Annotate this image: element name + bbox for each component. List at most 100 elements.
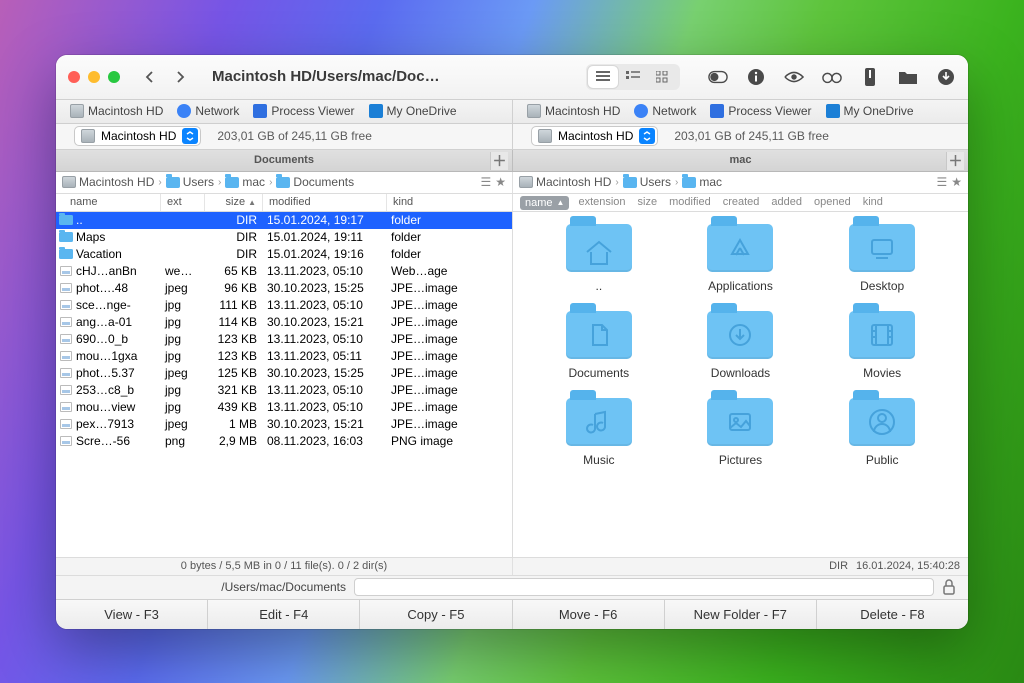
grid-item-applications[interactable]: Applications <box>675 224 807 293</box>
compress-icon[interactable] <box>860 67 880 87</box>
file-row[interactable]: cHJ…anBnwe…65 KB13.11.2023, 05:10Web…age <box>56 263 512 280</box>
nav-back-button[interactable] <box>136 64 164 90</box>
drive-selector-right[interactable]: Macintosh HD <box>531 126 658 146</box>
folder-icon <box>566 224 632 272</box>
file-row[interactable]: Scre…-56png2,9 MB08.11.2023, 16:03PNG im… <box>56 433 512 450</box>
grid-item-downloads[interactable]: Downloads <box>675 311 807 380</box>
lock-icon[interactable] <box>942 579 958 595</box>
file-row[interactable]: 690…0_bjpg123 KB13.11.2023, 05:10JPE…ima… <box>56 331 512 348</box>
download-icon[interactable] <box>936 67 956 87</box>
file-row[interactable]: VacationDIR15.01.2024, 19:16folder <box>56 246 512 263</box>
image-file-icon <box>60 266 72 276</box>
crumb-segment[interactable]: Macintosh HD <box>79 175 154 189</box>
add-tab-right[interactable]: ＋ <box>946 152 964 170</box>
file-row[interactable]: sce…nge-jpg111 KB13.11.2023, 05:10JPE…im… <box>56 297 512 314</box>
folder-icon[interactable] <box>898 67 918 87</box>
grid-item-music[interactable]: Music <box>533 398 665 467</box>
crumb-segment[interactable]: Documents <box>293 175 354 189</box>
info-icon[interactable] <box>746 67 766 87</box>
file-row[interactable]: phot…5.37jpeg125 KB30.10.2023, 15:25JPE…… <box>56 365 512 382</box>
grid-item-documents[interactable]: Documents <box>533 311 665 380</box>
rcol-kind[interactable]: kind <box>857 194 889 211</box>
path-input[interactable] <box>354 578 934 596</box>
file-name: 253…c8_b <box>76 383 161 397</box>
view-list-button[interactable] <box>588 66 618 88</box>
nav-forward-button[interactable] <box>166 64 194 90</box>
rcol-created[interactable]: created <box>717 194 766 211</box>
favorite-my-onedrive-right[interactable]: My OneDrive <box>822 104 918 118</box>
col-ext[interactable]: ext <box>161 194 205 211</box>
file-row[interactable]: ..DIR15.01.2024, 19:17folder <box>56 212 512 229</box>
eye-icon[interactable] <box>784 67 804 87</box>
left-panel-title: Documents <box>254 154 314 166</box>
crumb-segment[interactable]: Users <box>640 175 671 189</box>
rcol-name[interactable]: name ▲ <box>520 196 569 210</box>
close-button[interactable] <box>68 71 80 83</box>
view-columns-button[interactable] <box>618 66 648 88</box>
file-ext: jpg <box>161 349 205 363</box>
crumb-segment[interactable]: Users <box>183 175 214 189</box>
rcol-size[interactable]: size <box>632 194 664 211</box>
list-icon[interactable]: ☰ <box>480 175 491 189</box>
fn-copy-button[interactable]: Copy - F5 <box>360 600 512 629</box>
list-icon[interactable]: ☰ <box>936 175 947 189</box>
binoculars-icon[interactable] <box>822 67 842 87</box>
crumb-segment[interactable]: Macintosh HD <box>536 175 611 189</box>
rcol-opened[interactable]: opened <box>808 194 857 211</box>
file-row[interactable]: phot….48jpeg96 KB30.10.2023, 15:25JPE…im… <box>56 280 512 297</box>
col-modified[interactable]: modified <box>263 194 387 211</box>
drive-selector-left[interactable]: Macintosh HD <box>74 126 201 146</box>
fn-edit-button[interactable]: Edit - F4 <box>208 600 360 629</box>
rcol-modified[interactable]: modified <box>663 194 717 211</box>
grid-item-movies[interactable]: Movies <box>816 311 948 380</box>
file-row[interactable]: mou…1gxajpg123 KB13.11.2023, 05:11JPE…im… <box>56 348 512 365</box>
folder-icon <box>276 177 290 188</box>
crumb-segment[interactable]: mac <box>242 175 265 189</box>
file-row[interactable]: 253…c8_bjpg321 KB13.11.2023, 05:10JPE…im… <box>56 382 512 399</box>
fn-view-button[interactable]: View - F3 <box>56 600 208 629</box>
crumb-segment[interactable]: mac <box>699 175 722 189</box>
col-size[interactable]: size ▲ <box>205 194 263 211</box>
grid-item-public[interactable]: Public <box>816 398 948 467</box>
file-ext: jpeg <box>161 417 205 431</box>
file-size: 96 KB <box>205 281 263 295</box>
file-row[interactable]: pex…7913jpeg1 MB30.10.2023, 15:21JPE…ima… <box>56 416 512 433</box>
breadcrumb-right[interactable]: Macintosh HD›Users›mac☰★ <box>512 172 968 193</box>
add-tab-left[interactable]: ＋ <box>490 152 508 170</box>
minimize-button[interactable] <box>88 71 100 83</box>
favorite-my-onedrive-left[interactable]: My OneDrive <box>365 104 461 118</box>
file-name: Vacation <box>76 247 161 261</box>
pv-icon <box>710 104 724 118</box>
fn-delete-button[interactable]: Delete - F8 <box>817 600 968 629</box>
fn-new-button[interactable]: New Folder - F7 <box>665 600 817 629</box>
favorite-process-viewer-left[interactable]: Process Viewer <box>249 104 358 118</box>
file-kind: JPE…image <box>387 281 512 295</box>
rcol-extension[interactable]: extension <box>572 194 631 211</box>
rcol-added[interactable]: added <box>765 194 808 211</box>
icon-grid[interactable]: ..ApplicationsDesktop DocumentsDownloadsM… <box>513 212 968 557</box>
zoom-button[interactable] <box>108 71 120 83</box>
toggle-icon[interactable] <box>708 67 728 87</box>
star-icon[interactable]: ★ <box>951 175 962 189</box>
file-row[interactable]: ang…a-01jpg114 KB30.10.2023, 15:21JPE…im… <box>56 314 512 331</box>
grid-item-parentparent[interactable]: .. <box>533 224 665 293</box>
column-headers: name ext size ▲ modified kind name ▲exte… <box>56 194 968 212</box>
grid-item-desktop[interactable]: Desktop <box>816 224 948 293</box>
favorite-macintosh-hd-left[interactable]: Macintosh HD <box>66 104 167 118</box>
favorite-network-right[interactable]: Network <box>630 104 700 118</box>
favorite-process-viewer-right[interactable]: Process Viewer <box>706 104 815 118</box>
fn-move-button[interactable]: Move - F6 <box>513 600 665 629</box>
file-row[interactable]: mou…viewjpg439 KB13.11.2023, 05:10JPE…im… <box>56 399 512 416</box>
file-size: 123 KB <box>205 349 263 363</box>
grid-item-pictures[interactable]: Pictures <box>675 398 807 467</box>
col-kind[interactable]: kind <box>387 194 512 211</box>
favorite-macintosh-hd-right[interactable]: Macintosh HD <box>523 104 624 118</box>
col-name[interactable]: name <box>56 194 161 211</box>
file-row[interactable]: MapsDIR15.01.2024, 19:11folder <box>56 229 512 246</box>
file-list[interactable]: ..DIR15.01.2024, 19:17folderMapsDIR15.01… <box>56 212 512 557</box>
file-modified: 13.11.2023, 05:10 <box>263 332 387 346</box>
breadcrumb-left[interactable]: Macintosh HD›Users›mac›Documents☰★ <box>56 172 512 193</box>
view-icons-button[interactable] <box>648 66 678 88</box>
star-icon[interactable]: ★ <box>495 175 506 189</box>
favorite-network-left[interactable]: Network <box>173 104 243 118</box>
